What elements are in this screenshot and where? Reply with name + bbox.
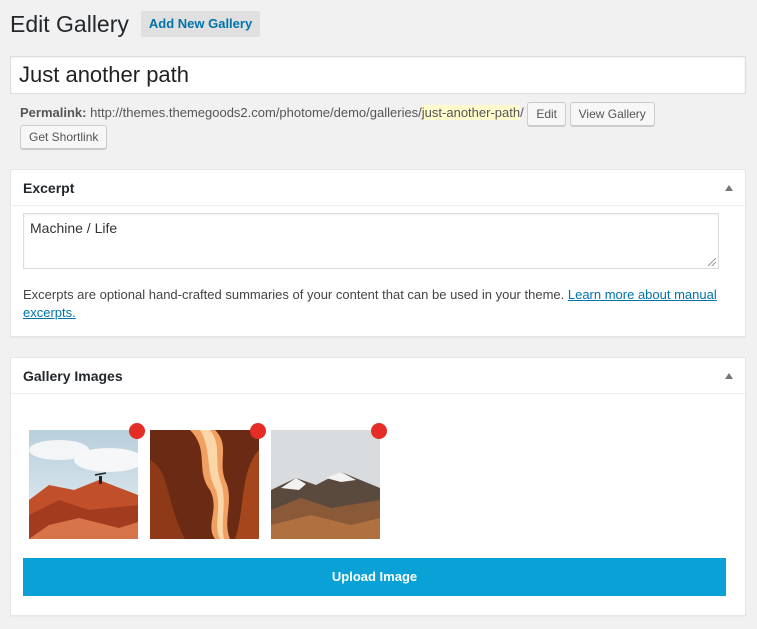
remove-image-icon[interactable] xyxy=(250,423,266,439)
excerpt-help: Excerpts are optional hand-crafted summa… xyxy=(23,286,733,322)
excerpt-panel-header[interactable]: Excerpt xyxy=(11,170,745,206)
gallery-image-antelope-canyon[interactable] xyxy=(150,423,266,539)
excerpt-panel: Excerpt Machine / Life Excerpts are opti… xyxy=(10,169,746,337)
gallery-panel-header[interactable]: Gallery Images xyxy=(11,358,745,394)
page-header: Edit Gallery Add New Gallery xyxy=(10,8,261,40)
excerpt-help-text: Excerpts are optional hand-crafted summa… xyxy=(23,287,568,302)
collapse-arrow-icon[interactable] xyxy=(725,185,733,191)
view-gallery-button[interactable]: View Gallery xyxy=(569,101,655,126)
gallery-thumbnails xyxy=(29,423,387,539)
gallery-heading: Gallery Images xyxy=(23,368,123,384)
gallery-images-panel: Gallery Images Upload Image xyxy=(10,357,746,616)
remove-image-icon[interactable] xyxy=(129,423,145,439)
upload-image-button[interactable]: Upload Image xyxy=(23,558,726,596)
gallery-image-snowy-mountains[interactable] xyxy=(271,423,387,539)
permalink-label: Permalink: xyxy=(20,105,87,120)
image-thumbnail-icon xyxy=(271,430,380,539)
remove-image-icon[interactable] xyxy=(371,423,387,439)
edit-permalink-button[interactable]: Edit xyxy=(527,101,567,126)
image-thumbnail-icon xyxy=(29,430,138,539)
gallery-image-red-rocks[interactable] xyxy=(29,423,145,539)
permalink-base: http://themes.themegoods2.com/photome/de… xyxy=(90,105,422,120)
resize-grip-icon[interactable] xyxy=(708,258,716,266)
page-title: Edit Gallery xyxy=(10,11,129,37)
add-new-gallery-button[interactable]: Add New Gallery xyxy=(140,11,261,37)
permalink-slug[interactable]: just-another-path xyxy=(421,105,521,120)
post-title-input[interactable]: Just another path xyxy=(10,56,746,94)
get-shortlink-button[interactable]: Get Shortlink xyxy=(20,125,108,149)
permalink-row: Permalink: http://themes.themegoods2.com… xyxy=(20,101,740,126)
excerpt-textarea[interactable]: Machine / Life xyxy=(23,213,719,269)
collapse-arrow-icon[interactable] xyxy=(725,373,733,379)
excerpt-value: Machine / Life xyxy=(30,220,118,236)
image-thumbnail-icon xyxy=(150,430,259,539)
excerpt-heading: Excerpt xyxy=(23,180,75,196)
permalink-trailing: / xyxy=(520,105,524,120)
shortlink-row: Get Shortlink xyxy=(20,125,108,149)
